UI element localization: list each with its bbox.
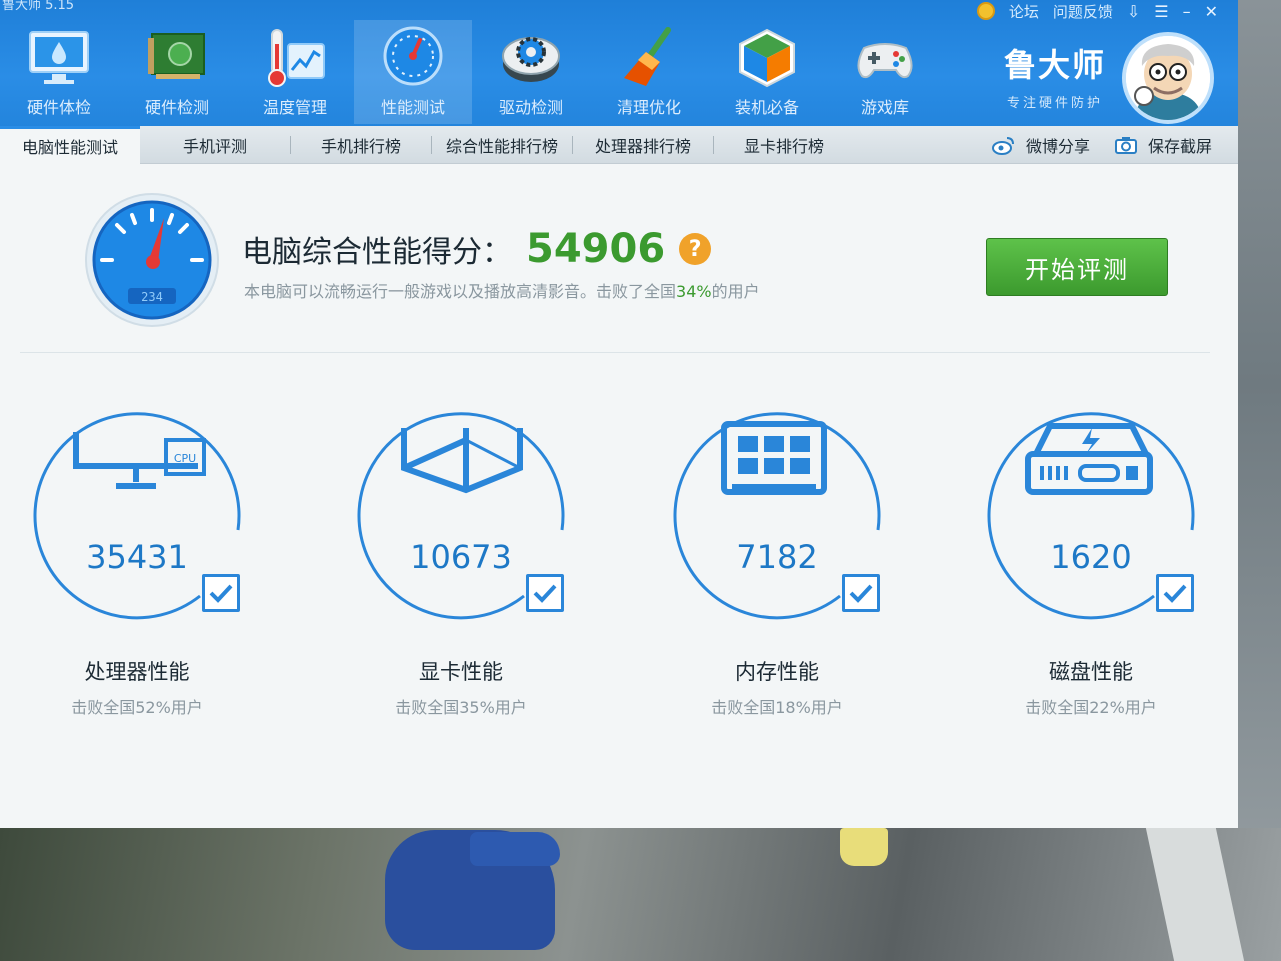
metric-memory[interactable]: 7182 内存性能 击败全国18%用户 bbox=[672, 410, 902, 720]
minimize-icon[interactable]: – bbox=[1183, 2, 1191, 21]
nav-label: 游戏库 bbox=[860, 98, 909, 117]
window-title: 鲁大师 5.15 bbox=[2, 0, 75, 13]
nav-label: 温度管理 bbox=[262, 98, 327, 117]
monitor-health-icon bbox=[29, 31, 89, 84]
gauge-digits: 234 bbox=[141, 290, 163, 304]
main-nav: 硬件体检 硬件检测 温度管理 性能测试 驱动检测 清理优化 装机必备 游戏库 bbox=[0, 20, 944, 124]
nav-hardware-checkup[interactable]: 硬件体检 bbox=[0, 20, 118, 124]
photo-blue-shoe-toe bbox=[470, 832, 560, 866]
metric-rank-text: 击败全国18%用户 bbox=[711, 698, 843, 717]
score-desc-text: 本电脑可以流畅运行一般游戏以及播放高清影音。击败了全国 bbox=[244, 282, 677, 301]
thermometer-icon bbox=[268, 29, 325, 87]
feedback-link[interactable]: 问题反馈 bbox=[1053, 1, 1113, 22]
top-navigation-bar: 鲁大师 5.15 论坛 问题反馈 ⇩ ☰ – ✕ 硬件体检 硬件检测 温度管理 … bbox=[0, 0, 1238, 128]
tab-phone-ranking[interactable]: 手机排行榜 bbox=[291, 126, 431, 164]
start-benchmark-button[interactable]: 开始评测 bbox=[986, 238, 1168, 296]
gamepad-icon bbox=[857, 43, 913, 79]
nav-label: 硬件检测 bbox=[144, 98, 209, 117]
metric-rank-text: 击败全国52%用户 bbox=[71, 698, 203, 717]
tab-tools: 微博分享 保存截屏 bbox=[991, 126, 1212, 164]
metric-value: 35431 bbox=[86, 538, 188, 576]
app-window: 鲁大师 5.15 论坛 问题反馈 ⇩ ☰ – ✕ 硬件体检 硬件检测 温度管理 … bbox=[0, 0, 1238, 828]
metric-value: 10673 bbox=[410, 538, 512, 576]
tab-phone-review[interactable]: 手机评测 bbox=[140, 126, 290, 164]
metric-name: 处理器性能 bbox=[84, 660, 190, 684]
nav-label: 硬件体检 bbox=[26, 98, 91, 117]
svg-text:CPU: CPU bbox=[174, 452, 196, 465]
forum-link[interactable]: 论坛 bbox=[1009, 1, 1039, 22]
gear-driver-icon bbox=[502, 37, 560, 82]
tab-bar: 电脑性能测试 手机评测 手机排行榜 综合性能排行榜 处理器排行榜 显卡排行榜 微… bbox=[0, 125, 1238, 164]
metric-rank-text: 击败全国35%用户 bbox=[395, 698, 527, 717]
brand-block: 鲁大师 专注硬件防护 bbox=[990, 40, 1120, 111]
nav-performance-test[interactable]: 性能测试 bbox=[354, 20, 472, 124]
cpu-monitor-icon: CPU bbox=[73, 432, 206, 489]
save-screenshot-label: 保存截屏 bbox=[1147, 137, 1212, 156]
metric-name: 内存性能 bbox=[735, 660, 819, 684]
nav-hardware-detect[interactable]: 硬件检测 bbox=[118, 20, 236, 124]
nav-label: 清理优化 bbox=[616, 98, 681, 117]
3d-cube-icon bbox=[401, 428, 523, 494]
brand-slogan: 专注硬件防护 bbox=[1006, 96, 1103, 111]
section-divider bbox=[20, 352, 1210, 353]
tab-overall-ranking[interactable]: 综合性能排行榜 bbox=[432, 126, 572, 164]
score-desc-suffix: 的用户 bbox=[711, 282, 760, 301]
brand-name: 鲁大师 bbox=[1003, 46, 1106, 84]
performance-gauge-icon: 234 bbox=[85, 193, 219, 327]
broom-icon bbox=[624, 27, 671, 86]
nav-label: 装机必备 bbox=[734, 98, 799, 117]
metric-rank-text: 击败全国22%用户 bbox=[1025, 698, 1157, 717]
menu-icon[interactable]: ☰ bbox=[1154, 2, 1168, 21]
metric-gpu[interactable]: 10673 显卡性能 击败全国35%用户 bbox=[356, 410, 586, 720]
save-screenshot-button[interactable]: 保存截屏 bbox=[1114, 133, 1212, 157]
nav-game-library[interactable]: 游戏库 bbox=[826, 20, 944, 124]
help-icon[interactable]: ? bbox=[679, 233, 712, 265]
checkbox-checked-icon[interactable] bbox=[526, 574, 564, 612]
metric-cpu[interactable]: CPU 35431 处理器性能 击败全国52%用户 bbox=[32, 410, 262, 720]
checkbox-checked-icon[interactable] bbox=[842, 574, 880, 612]
circuit-board-icon bbox=[148, 33, 205, 79]
metric-name: 显卡性能 bbox=[419, 660, 503, 684]
box-install-icon bbox=[739, 28, 795, 88]
score-description: 本电脑可以流畅运行一般游戏以及播放高清影音。击败了全国34%的用户 bbox=[244, 278, 760, 302]
tab-gpu-ranking[interactable]: 显卡排行榜 bbox=[714, 126, 854, 164]
nav-label: 性能测试 bbox=[380, 98, 445, 117]
photo-yellow-shoe bbox=[840, 828, 888, 866]
tab-pc-performance[interactable]: 电脑性能测试 bbox=[0, 125, 140, 164]
tab-cpu-ranking[interactable]: 处理器排行榜 bbox=[573, 126, 713, 164]
photo-background-right bbox=[1238, 0, 1281, 961]
memory-chip-icon bbox=[721, 421, 827, 495]
photo-background-bottom bbox=[0, 828, 1281, 961]
weibo-icon bbox=[991, 137, 1014, 155]
nav-driver-detect[interactable]: 驱动检测 bbox=[472, 20, 590, 124]
speedometer-icon bbox=[383, 26, 443, 86]
coin-icon[interactable] bbox=[976, 2, 995, 20]
close-icon[interactable]: ✕ bbox=[1205, 2, 1218, 21]
total-score: 54906 bbox=[526, 226, 666, 272]
nav-temperature[interactable]: 温度管理 bbox=[236, 20, 354, 124]
metric-disk[interactable]: 1620 磁盘性能 击败全国22%用户 bbox=[986, 410, 1216, 720]
checkbox-checked-icon[interactable] bbox=[202, 574, 240, 612]
score-desc-percent: 34% bbox=[676, 282, 712, 301]
score-title: 电脑综合性能得分： bbox=[242, 235, 512, 270]
weibo-share-label: 微博分享 bbox=[1025, 137, 1090, 156]
skin-icon[interactable]: ⇩ bbox=[1127, 2, 1140, 21]
metric-name: 磁盘性能 bbox=[1049, 660, 1133, 684]
hard-disk-icon bbox=[1025, 423, 1153, 495]
nav-label: 驱动检测 bbox=[498, 98, 563, 117]
metric-value: 7182 bbox=[736, 538, 818, 576]
nav-clean-optimize[interactable]: 清理优化 bbox=[590, 20, 708, 124]
score-header: 电脑综合性能得分： 54906 ? bbox=[242, 226, 712, 272]
window-controls: 论坛 问题反馈 ⇩ ☰ – ✕ bbox=[976, 0, 1218, 22]
mascot-avatar[interactable] bbox=[1122, 32, 1214, 124]
nav-essentials[interactable]: 装机必备 bbox=[708, 20, 826, 124]
weibo-share-button[interactable]: 微博分享 bbox=[991, 133, 1090, 157]
metric-value: 1620 bbox=[1050, 538, 1132, 576]
camera-icon bbox=[1114, 137, 1137, 154]
mascot-face-icon bbox=[1126, 36, 1210, 120]
checkbox-checked-icon[interactable] bbox=[1156, 574, 1194, 612]
